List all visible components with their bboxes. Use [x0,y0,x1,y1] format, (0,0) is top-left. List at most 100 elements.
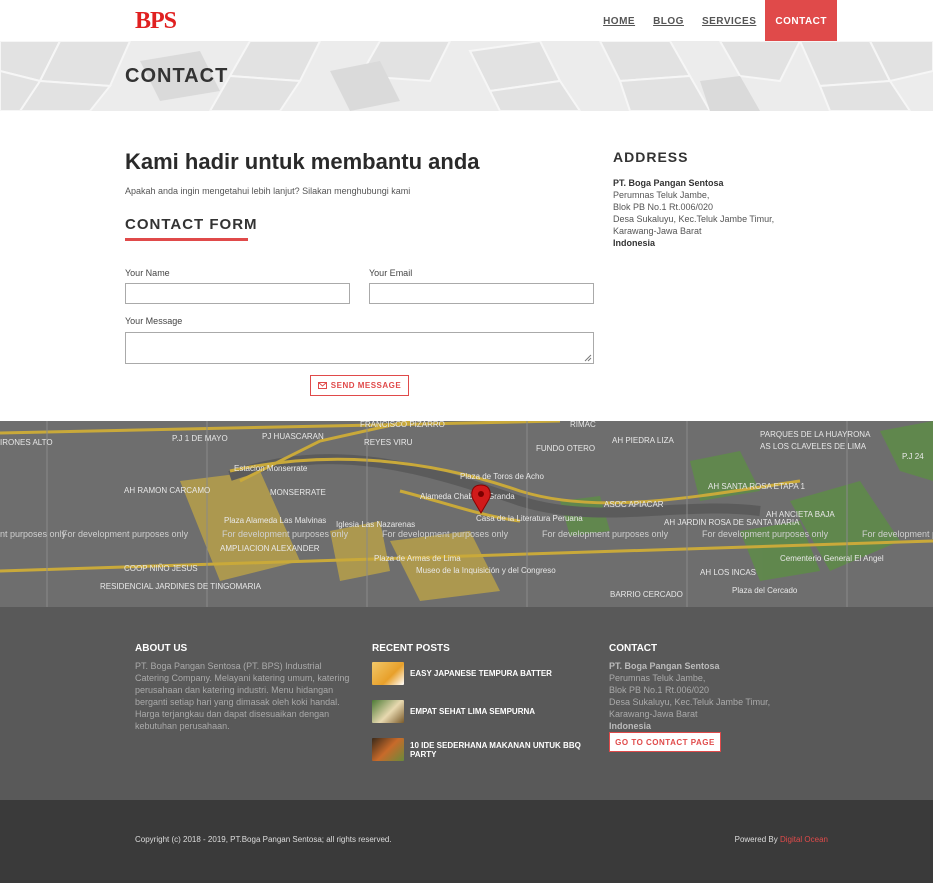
recent-post-item[interactable]: EASY JAPANESE TEMPURA BATTER [372,662,587,685]
map-label: AS LOS CLAVELES DE LIMA [760,442,867,451]
address-company: PT. Boga Pangan Sentosa [613,178,724,188]
address-title: ADDRESS [613,149,689,165]
powered-by-prefix: Powered By [734,835,780,844]
map-label: P.J 24 [902,452,924,461]
map-label: ASOC APIACAR [604,500,664,509]
address-line: Perumnas Teluk Jambe, [613,190,710,200]
map-label: FUNDO OTERO [536,444,595,453]
map-label: AH PIEDRA LIZA [612,436,674,445]
nav-services[interactable]: SERVICES [693,0,765,41]
map-label: MONSERRATE [270,488,326,497]
page-banner: CONTACT [0,41,933,111]
about-text: PT. Boga Pangan Sentosa (PT. BPS) Indust… [135,661,350,731]
recent-post-item[interactable]: EMPAT SEHAT LIMA SEMPURNA [372,700,587,723]
map-watermark: For development purposes only [702,529,829,539]
post-title[interactable]: 10 IDE SEDERHANA MAKANAN UNTUK BBQ PARTY [410,741,587,759]
nav-home[interactable]: HOME [594,0,644,41]
envelope-icon [317,382,327,389]
post-title[interactable]: EASY JAPANESE TEMPURA BATTER [410,669,552,678]
map-label: Casa de la Literatura Peruana [476,514,583,523]
site-footer: ABOUT US PT. Boga Pangan Sentosa (PT. BP… [0,607,933,800]
address-line: Blok PB No.1 Rt.006/020 [613,202,714,212]
address-line: Desa Sukaluyu, Kec.Teluk Jambe Timur, [613,214,775,224]
digital-ocean-link[interactable]: Digital Ocean [780,835,828,844]
map-label: Estacion Monserrate [234,464,308,473]
send-message-button[interactable]: SEND MESSAGE [310,375,409,396]
footer-country: Indonesia [609,721,652,731]
address-block: PT. Boga Pangan Sentosa Perumnas Teluk J… [613,177,774,249]
map-watermark: For development purposes only [542,529,669,539]
footer-address-line: Karawang-Jawa Barat [609,709,698,719]
map-label: BARRIO CERCADO [610,590,683,599]
map-canvas[interactable]: FRANCISCO PIZARRO RIMAC PARQUES DE LA HUAY… [0,421,933,607]
footer-company: PT. Boga Pangan Sentosa [609,661,720,671]
map-label: AH LOS INCAS [700,568,756,577]
map-watermark: For development purposes only [382,529,509,539]
nav-contact[interactable]: CONTACT [765,0,837,41]
map-label: RESIDENCIAL JARDINES DE TINGOMARIA [100,582,262,591]
map-label: AH RAMON CARCAMO [124,486,210,495]
map-watermark: For development purposes only [0,529,67,539]
email-label: Your Email [369,268,413,278]
recent-post-item[interactable]: 10 IDE SEDERHANA MAKANAN UNTUK BBQ PARTY [372,738,587,761]
email-input[interactable] [369,283,594,304]
main-heading: Kami hadir untuk membantu anda [125,149,480,174]
map-label: P.J 1 DE MAYO [172,434,228,443]
map-label: AMPLIACION ALEXANDER [220,544,320,553]
address-country: Indonesia [613,238,656,248]
map-label: Plaza del Cercado [732,586,798,595]
main-nav: HOME BLOG SERVICES CONTACT [594,0,837,41]
map-label: AH SANTA ROSA ETAPA 1 [708,482,805,491]
map-label: Plaza de Toros de Acho [460,472,544,481]
go-to-contact-button[interactable]: GO TO CONTACT PAGE [609,732,721,752]
name-label: Your Name [125,268,170,278]
copyright-text: Copyright (c) 2018 - 2019, PT.Boga Panga… [135,835,392,844]
footer-address-line: Blok PB No.1 Rt.006/020 [609,685,710,695]
nav-blog[interactable]: BLOG [644,0,693,41]
site-header: BPS HOME BLOG SERVICES CONTACT [0,0,933,41]
map-label: Plaza de Armas de Lima [374,554,461,563]
send-message-label: SEND MESSAGE [330,381,402,390]
google-map[interactable]: FRANCISCO PIZARRO RIMAC PARQUES DE LA HUAY… [0,421,933,607]
map-label: PJ HUASCARAN [262,432,324,441]
map-label: PARQUES DE LA HUAYRONA [760,430,871,439]
footer-address-line: Perumnas Teluk Jambe, [609,673,706,683]
about-title: ABOUT US [135,643,188,654]
footer-address-line: Desa Sukaluyu, Kec.Teluk Jambe Timur, [609,697,771,707]
map-label: COOP NIÑO JESUS [124,564,198,573]
post-thumbnail[interactable] [372,700,404,723]
intro-text: Apakah anda ingin mengetahui lebih lanju… [125,186,411,196]
map-label: Plaza Alameda Las Malvinas [224,516,326,525]
recent-posts-title: RECENT POSTS [372,643,450,654]
powered-by: Powered By Digital Ocean [735,835,828,844]
name-input[interactable] [125,283,350,304]
svg-text:BPS: BPS [135,9,177,31]
page-title: CONTACT [125,65,229,87]
message-label: Your Message [125,316,183,326]
map-label: Cementerio General El Angel [780,554,884,563]
contact-form-title: CONTACT FORM [125,216,258,233]
footer-contact-title: CONTACT [609,643,658,654]
post-thumbnail[interactable] [372,662,404,685]
map-label: AH JARDIN ROSA DE SANTA MARIA [664,518,800,527]
map-label: REYES VIRU [364,438,413,447]
map-label: FRANCISCO PIZARRO [360,421,445,429]
footer-contact-block: PT. Boga Pangan Sentosa Perumnas Teluk J… [609,660,770,732]
post-thumbnail[interactable] [372,738,404,761]
title-underline [125,238,248,241]
map-label: Iglesia Las Nazarenas [336,520,415,529]
resize-handle-icon[interactable] [584,354,592,362]
map-label: IRONES ALTO [0,438,53,447]
bps-logo[interactable]: BPS [135,9,209,31]
map-label: RIMAC [570,421,596,429]
map-watermark: For development purposes only [222,529,349,539]
contact-section: Kami hadir untuk membantu anda Apakah an… [0,111,933,421]
post-title[interactable]: EMPAT SEHAT LIMA SEMPURNA [410,707,535,716]
map-label: Alameda Chabuca Granda [420,492,515,501]
map-label: Museo de la Inquisición y del Congreso [416,566,556,575]
address-line: Karawang-Jawa Barat [613,226,702,236]
map-watermark: For development purposes only [62,529,189,539]
message-textarea[interactable] [125,332,594,364]
map-watermark: For development purposes only [862,529,933,539]
bottom-bar: Copyright (c) 2018 - 2019, PT.Boga Panga… [0,800,933,883]
